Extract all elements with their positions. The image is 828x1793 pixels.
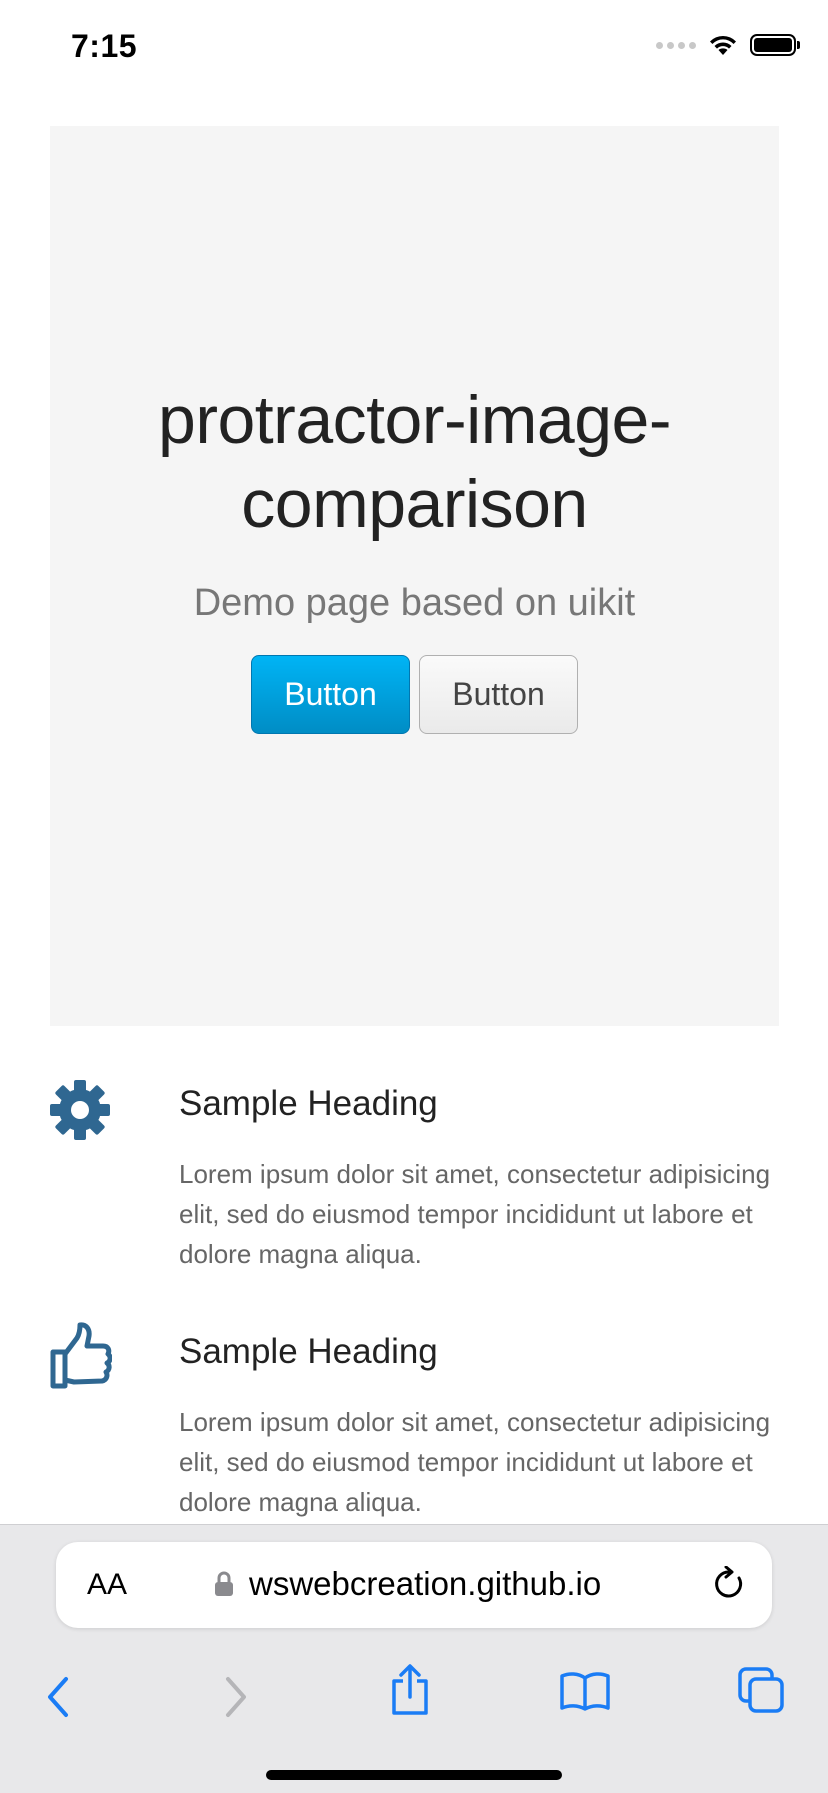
lock-icon: [215, 1571, 233, 1596]
status-bar: 7:15: [0, 0, 828, 100]
gear-icon: [50, 1080, 110, 1140]
feature-text: Lorem ipsum dolor sit amet, consectetur …: [179, 1159, 771, 1269]
secondary-button[interactable]: Button: [419, 655, 578, 734]
bookmarks-icon[interactable]: [559, 1670, 611, 1712]
forward-icon[interactable]: [222, 1675, 250, 1719]
primary-button[interactable]: Button: [251, 655, 410, 734]
thumbs-up-icon: [50, 1322, 112, 1389]
home-indicator: [266, 1770, 562, 1780]
status-time: 7:15: [71, 28, 138, 64]
address-bar[interactable]: AA wswebcreation.github.io: [56, 1542, 772, 1628]
battery-icon: [750, 34, 800, 56]
share-icon[interactable]: [389, 1663, 431, 1717]
feature-heading: Sample Heading: [179, 1332, 438, 1371]
hero-buttons: Button Button: [251, 655, 578, 734]
feature-heading: Sample Heading: [179, 1084, 438, 1123]
status-icons: [656, 34, 800, 56]
reload-icon[interactable]: [712, 1566, 746, 1602]
url-text: wswebcreation.github.io: [249, 1565, 602, 1602]
hero-section: protractor-image-comparison Demo page ba…: [50, 126, 779, 1026]
text-size-button[interactable]: AA: [87, 1568, 127, 1602]
hero-subtitle: Demo page based on uikit: [193, 582, 636, 624]
cellular-signal-icon: [656, 41, 696, 49]
text-size-label: AA: [87, 1568, 128, 1601]
tabs-icon[interactable]: [737, 1666, 785, 1714]
back-icon[interactable]: [44, 1675, 72, 1719]
wifi-icon: [710, 35, 736, 55]
browser-toolbar: AA wswebcreation.github.io: [0, 1524, 828, 1793]
feature-text: Lorem ipsum dolor sit amet, consectetur …: [179, 1407, 771, 1517]
hero-title: protractor-image-comparison: [158, 382, 672, 542]
